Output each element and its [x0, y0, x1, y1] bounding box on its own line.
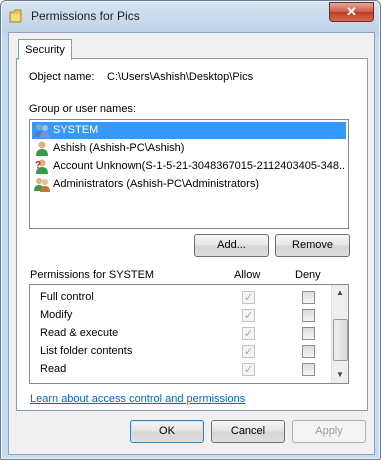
close-button[interactable]: ✕ [329, 2, 374, 22]
allow-checkbox[interactable]: ✓ [242, 363, 255, 376]
permission-name: Full control [40, 291, 94, 303]
ok-button[interactable]: OK [130, 420, 204, 443]
remove-button[interactable]: Remove [275, 234, 350, 257]
list-item-label: Account Unknown(S-1-5-21-3048367015-2112… [53, 160, 346, 172]
list-item-administrators[interactable]: Administrators (Ashish-PC\Administrators… [32, 176, 346, 193]
allow-checkbox[interactable]: ✓ [242, 309, 255, 322]
deny-column-header: Deny [295, 269, 321, 281]
permissions-scrollbar[interactable]: ▲ ▼ [331, 285, 348, 383]
permission-name: Read & execute [40, 327, 119, 339]
permissions-dialog: Permissions for Pics ✕ Security Object n… [0, 0, 381, 460]
scroll-up-icon[interactable]: ▲ [332, 285, 348, 301]
scrollbar-thumb[interactable] [333, 319, 348, 361]
group-list-label: Group or user names: [29, 103, 136, 115]
window-title: Permissions for Pics [31, 9, 140, 23]
deny-checkbox[interactable] [302, 345, 315, 358]
svg-text:?: ? [35, 160, 41, 171]
apply-button[interactable]: Apply [292, 420, 366, 443]
permission-name: Modify [40, 309, 73, 321]
allow-checkbox[interactable]: ✓ [242, 327, 255, 340]
list-item-system[interactable]: SYSTEM [32, 122, 346, 139]
object-name-label: Object name: [29, 71, 95, 83]
permission-name: Read [40, 363, 67, 375]
permission-row: List folder contents ✓ [30, 342, 330, 360]
permission-row: Read ✓ [30, 360, 330, 378]
users-group-icon [34, 178, 50, 192]
cancel-button[interactable]: Cancel [211, 420, 285, 443]
list-item-account-unknown[interactable]: ? Account Unknown(S-1-5-21-3048367015-21… [32, 158, 346, 175]
folder-icon [9, 9, 22, 23]
unknown-user-icon: ? [35, 159, 48, 174]
permission-name: List folder contents [40, 345, 133, 357]
learn-more-link[interactable]: Learn about access control and permissio… [30, 393, 245, 405]
scroll-down-icon[interactable]: ▼ [332, 367, 348, 383]
list-item-label: Administrators (Ashish-PC\Administrators… [53, 178, 259, 190]
allow-checkbox[interactable]: ✓ [242, 291, 255, 304]
user-icon [36, 141, 48, 156]
group-user-list[interactable]: SYSTEM Ashish (Ashish-PC\Ashish) ? Accou… [29, 119, 349, 229]
permissions-list[interactable]: Full control ✓ Modify ✓ Read & execute ✓… [29, 284, 349, 384]
permission-row: Modify ✓ [30, 306, 330, 324]
tab-security[interactable]: Security [18, 39, 72, 60]
permission-row: Full control ✓ [30, 288, 330, 306]
list-item-label: SYSTEM [53, 124, 99, 136]
list-item-label: Ashish (Ashish-PC\Ashish) [53, 142, 185, 154]
close-icon: ✕ [346, 4, 357, 19]
allow-column-header: Allow [234, 269, 261, 281]
deny-checkbox[interactable] [302, 363, 315, 376]
permissions-header: Permissions for SYSTEM [30, 269, 155, 281]
add-button[interactable]: Add... [194, 234, 269, 257]
allow-checkbox[interactable]: ✓ [242, 345, 255, 358]
deny-checkbox[interactable] [302, 291, 315, 304]
dialog-body: Security Object name: C:\Users\Ashish\De… [8, 32, 375, 455]
object-name-value: C:\Users\Ashish\Desktop\Pics [107, 71, 254, 83]
users-group-icon [34, 124, 50, 138]
deny-checkbox[interactable] [302, 309, 315, 322]
deny-checkbox[interactable] [302, 327, 315, 340]
title-bar[interactable]: Permissions for Pics ✕ [1, 1, 380, 31]
permission-row: Read & execute ✓ [30, 324, 330, 342]
list-item-ashish[interactable]: Ashish (Ashish-PC\Ashish) [32, 140, 346, 157]
